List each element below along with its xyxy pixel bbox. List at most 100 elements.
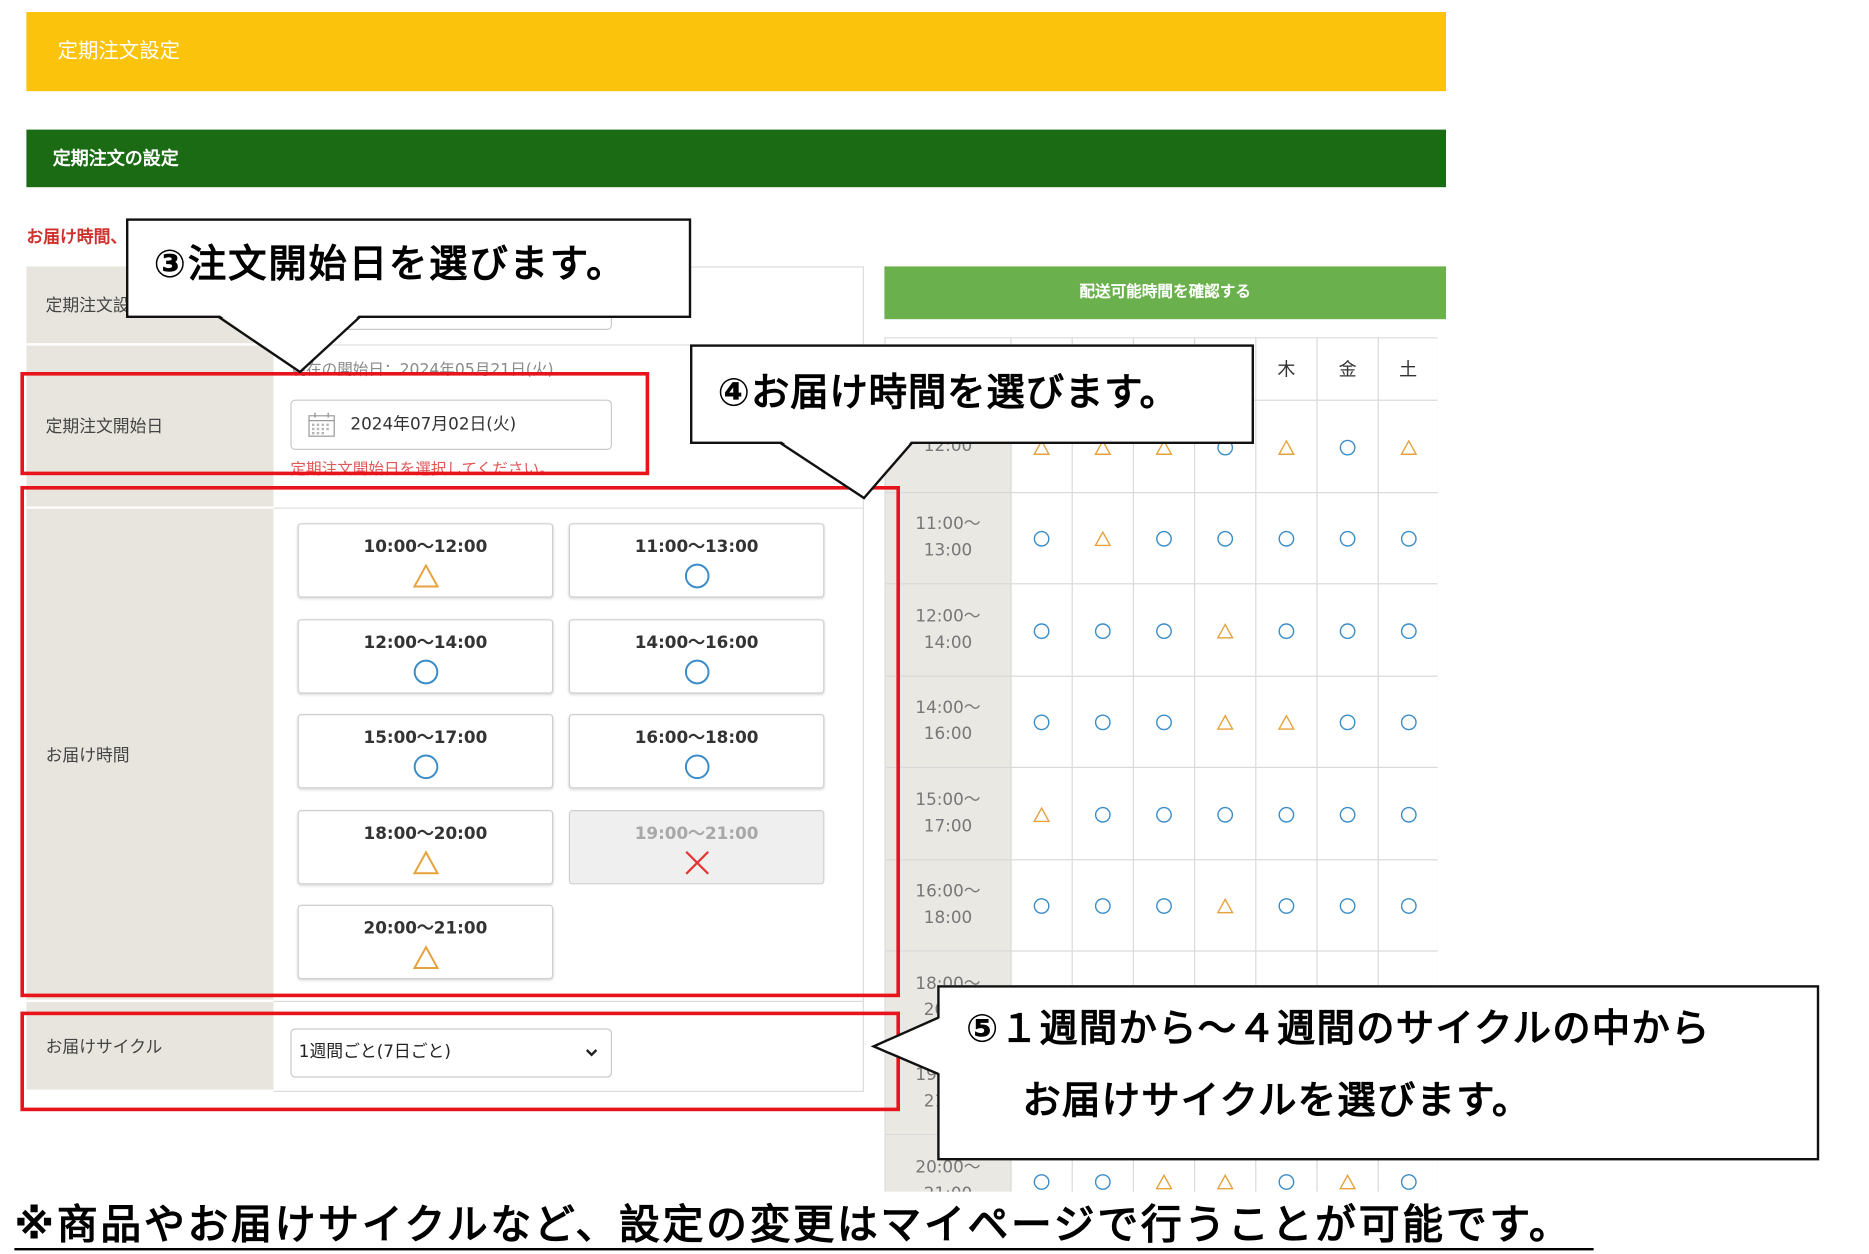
availability-row: 11:00〜 13:00 — [884, 491, 1438, 585]
circle-icon — [1339, 439, 1356, 456]
availability-cell — [1255, 675, 1318, 768]
day-header: 金 — [1316, 337, 1379, 401]
time-range-label: 13:00 — [923, 541, 973, 561]
time-range-label: 12:00〜 — [915, 606, 981, 627]
day-header: 土 — [1377, 337, 1438, 401]
time-range-label: 18:00 — [923, 908, 973, 928]
circle-icon — [1400, 714, 1417, 731]
availability-cell — [1010, 766, 1073, 860]
circle-icon — [1156, 714, 1172, 731]
availability-cell — [1132, 583, 1196, 677]
circle-icon — [1339, 622, 1356, 639]
callout-delivery-cycle: ⑤１週間から～４週間のサイクルの中から お届けサイクルを選びます。 — [937, 985, 1820, 1161]
availability-cell — [1010, 858, 1073, 952]
time-cell: 16:00〜 18:00 — [884, 858, 1012, 952]
circle-icon — [1339, 714, 1356, 731]
triangle-icon — [1216, 1173, 1234, 1190]
availability-row: 15:00〜 17:00 — [884, 766, 1438, 860]
availability-cell — [1071, 675, 1135, 768]
circle-icon — [1339, 806, 1356, 823]
availability-cell — [1071, 766, 1135, 860]
page-title: 定期注文設定 — [57, 39, 180, 64]
circle-icon — [1156, 806, 1172, 823]
availability-cell — [1255, 858, 1318, 952]
availability-cell — [1377, 399, 1438, 493]
circle-icon — [1033, 1173, 1050, 1190]
circle-icon — [1278, 806, 1295, 823]
circle-icon — [1400, 1173, 1417, 1190]
circle-icon — [1278, 1173, 1295, 1190]
circle-icon — [1094, 714, 1111, 731]
circle-icon — [1339, 898, 1356, 915]
circle-icon — [1156, 531, 1172, 548]
availability-cell — [1255, 399, 1318, 493]
callout-cycle-line1: ⑤１週間から～４週間のサイクルの中から — [966, 1005, 1711, 1052]
circle-icon — [1339, 531, 1356, 548]
availability-cell — [1071, 583, 1135, 677]
time-range-label: 11:00〜 — [915, 515, 981, 535]
triangle-icon — [1278, 714, 1295, 731]
triangle-icon — [1399, 439, 1417, 455]
availability-cell — [1010, 675, 1073, 768]
time-range-label: 14:00 — [923, 633, 973, 653]
availability-cell — [1316, 675, 1379, 768]
triangle-icon — [1216, 714, 1234, 731]
section-title: 定期注文の設定 — [52, 147, 179, 170]
availability-cell — [1132, 858, 1196, 952]
availability-cell — [1132, 675, 1196, 768]
availability-cell — [1194, 858, 1257, 952]
page-header: 定期注文設定 — [26, 12, 1446, 92]
callout-delivery-time: ④お届け時間を選びます。 — [690, 344, 1254, 445]
availability-cell — [1132, 766, 1196, 860]
circle-icon — [1217, 531, 1234, 548]
highlight-delivery-time — [20, 486, 901, 998]
availability-cell — [1377, 491, 1438, 585]
circle-icon — [1278, 531, 1295, 548]
availability-cell — [1316, 766, 1379, 860]
circle-icon — [1033, 898, 1050, 915]
triangle-icon — [1155, 1173, 1173, 1190]
triangle-icon — [1033, 806, 1050, 822]
time-cell: 12:00〜 14:00 — [884, 583, 1012, 677]
circle-icon — [1094, 806, 1111, 823]
availability-cell — [1010, 491, 1073, 585]
time-range-label: 15:00〜 — [915, 790, 981, 810]
check-delivery-times-button[interactable]: 配送可能時間を確認する — [884, 266, 1446, 320]
availability-cell — [1377, 675, 1438, 768]
page-canvas: 定期注文設定 定期注文の設定 お届け時間、 定期注文設定 定期注文開始日 現在の… — [0, 0, 1869, 1254]
circle-icon — [1033, 622, 1050, 639]
triangle-icon — [1339, 1173, 1356, 1190]
availability-row: 14:00〜 16:00 — [884, 675, 1438, 768]
circle-icon — [1156, 898, 1172, 915]
availability-cell — [1255, 583, 1318, 677]
callout-start-date: ③注文開始日を選びます。 — [126, 218, 692, 318]
availability-cell — [1071, 858, 1135, 952]
availability-row: 16:00〜 18:00 — [884, 858, 1438, 952]
time-cell: 11:00〜 13:00 — [884, 491, 1012, 585]
time-range-label: 17:00 — [923, 816, 973, 837]
circle-icon — [1217, 806, 1234, 823]
day-header: 木 — [1255, 337, 1318, 401]
availability-cell — [1316, 858, 1379, 952]
availability-cell — [1316, 399, 1379, 493]
availability-cell — [1194, 766, 1257, 860]
availability-row: 12:00〜 14:00 — [884, 583, 1438, 677]
circle-icon — [1278, 898, 1295, 915]
availability-cell — [1377, 766, 1438, 860]
availability-cell — [1132, 491, 1196, 585]
time-range-label: 21:00 — [886, 1181, 1011, 1192]
circle-icon — [1094, 898, 1111, 915]
availability-cell — [1194, 583, 1257, 677]
highlight-start-date — [20, 372, 650, 476]
availability-cell — [1010, 583, 1073, 677]
circle-icon — [1033, 531, 1050, 548]
circle-icon — [1094, 622, 1111, 639]
circle-icon — [1400, 622, 1417, 639]
footer-note: ※商品やお届けサイクルなど、設定の変更はマイページで行うことが可能です。 — [14, 1203, 1595, 1251]
availability-cell — [1316, 491, 1379, 585]
availability-cell — [1255, 766, 1318, 860]
availability-cell — [1194, 675, 1257, 768]
callout-cycle-line2: お届けサイクルを選びます。 — [1022, 1077, 1532, 1124]
availability-cell — [1377, 858, 1438, 952]
availability-cell — [1071, 491, 1135, 585]
